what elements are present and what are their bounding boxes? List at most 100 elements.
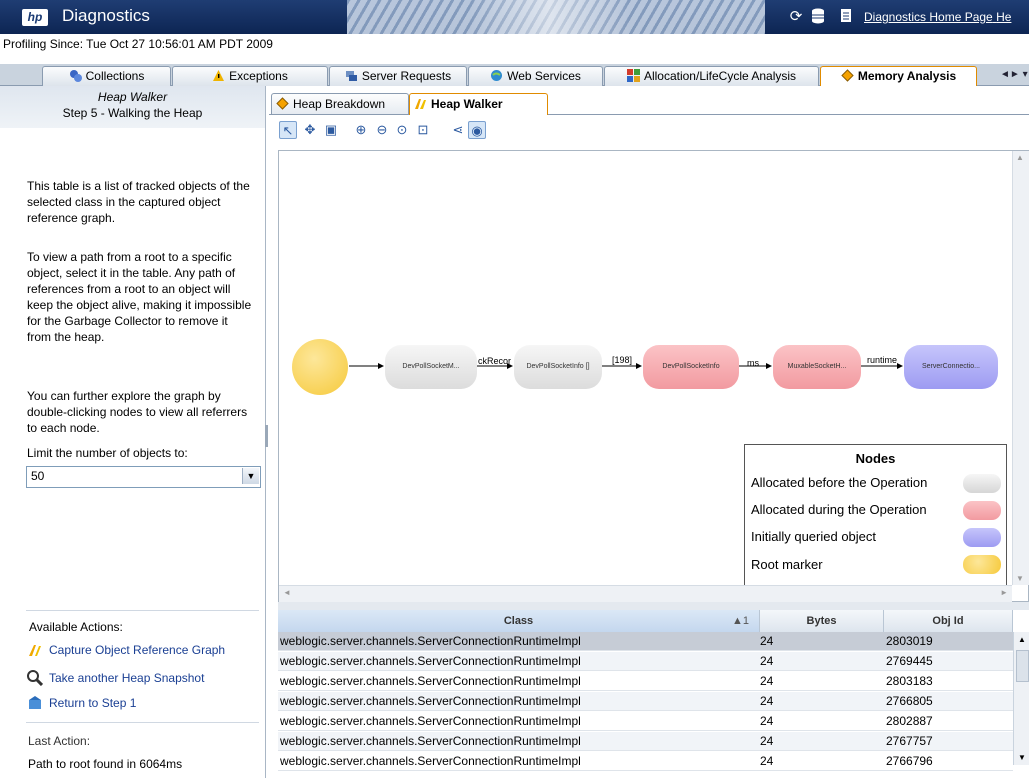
heap-walker-icon xyxy=(414,96,427,109)
left-panel-title: Heap Walker xyxy=(97,90,168,104)
graph-horizontal-scrollbar[interactable]: ◄ ► xyxy=(279,585,1012,602)
tab-exceptions[interactable]: Exceptions xyxy=(172,66,328,86)
graph-vertical-scrollbar[interactable]: ▲ ▼ xyxy=(1012,151,1029,585)
scroll-down-icon[interactable]: ▼ xyxy=(1016,574,1024,583)
panel-splitter[interactable] xyxy=(265,425,268,447)
tab-scroll-arrows[interactable]: ◄► ▾ xyxy=(1000,69,1028,80)
scroll-up-icon[interactable]: ▲ xyxy=(1018,635,1026,644)
column-header-obj-id[interactable]: Obj Id xyxy=(884,610,1013,632)
cell-obj-id: 2767757 xyxy=(886,734,933,748)
table-row[interactable]: weblogic.server.channels.ServerConnectio… xyxy=(278,652,1013,671)
last-action-label: Last Action: xyxy=(28,734,91,748)
cell-class: weblogic.server.channels.ServerConnectio… xyxy=(280,754,581,768)
tab-heap-breakdown[interactable]: Heap Breakdown xyxy=(271,93,409,114)
tab-memory-analysis[interactable]: Memory Analysis xyxy=(820,66,977,86)
cell-obj-id: 2769445 xyxy=(886,654,933,668)
column-header-bytes[interactable]: Bytes xyxy=(760,610,884,632)
cell-obj-id: 2803019 xyxy=(886,634,933,648)
zoom-in-icon[interactable]: ⊕ xyxy=(352,121,370,139)
graph-node-devpollsocketm[interactable]: DevPollSocketM... xyxy=(385,345,477,389)
graph-node-muxablesocketh[interactable]: MuxableSocketH... xyxy=(773,345,861,389)
legend-swatch-root xyxy=(963,555,1001,574)
tab-server-requests[interactable]: Server Requests xyxy=(329,66,467,86)
scroll-thumb[interactable] xyxy=(1016,650,1029,682)
table-row[interactable]: weblogic.server.channels.ServerConnectio… xyxy=(278,692,1013,711)
cell-obj-id: 2803183 xyxy=(886,674,933,688)
fit-tool-icon[interactable]: ▣ xyxy=(322,121,340,139)
pan-tool-icon[interactable]: ✥ xyxy=(301,121,319,139)
cell-class: weblogic.server.channels.ServerConnectio… xyxy=(280,694,581,708)
table-row[interactable]: weblogic.server.channels.ServerConnectio… xyxy=(278,732,1013,751)
tab-heap-walker[interactable]: Heap Walker xyxy=(409,93,548,115)
legend xyxy=(744,444,1007,601)
return-step1-button[interactable]: Return to Step 1 xyxy=(27,692,259,714)
zoom-fit-icon[interactable]: ⊡ xyxy=(414,121,432,139)
cell-class: weblogic.server.channels.ServerConnectio… xyxy=(280,654,581,668)
divider xyxy=(26,722,259,723)
instructions-para-3: You can further explore the graph by dou… xyxy=(27,389,248,435)
cell-bytes: 24 xyxy=(760,754,774,768)
limit-select[interactable] xyxy=(26,466,261,488)
help-link[interactable]: He xyxy=(996,10,1011,24)
cell-obj-id: 2766805 xyxy=(886,694,933,708)
legend-swatch-queried xyxy=(963,528,1001,547)
select-tool-icon[interactable]: ↖ xyxy=(279,121,297,139)
table-divider-handle[interactable] xyxy=(278,602,1029,610)
legend-swatch-before xyxy=(963,474,1001,493)
cell-obj-id: 2802887 xyxy=(886,714,933,728)
database-icon[interactable] xyxy=(809,8,827,26)
collections-icon xyxy=(69,69,82,82)
cell-bytes: 24 xyxy=(760,734,774,748)
scroll-up-icon[interactable]: ▲ xyxy=(1016,153,1024,162)
home-page-link[interactable]: Diagnostics Home Page He xyxy=(864,10,1011,24)
web-services-icon xyxy=(490,69,503,82)
legend-title: Nodes xyxy=(855,451,896,466)
cell-bytes: 24 xyxy=(760,674,774,688)
graph-node-root[interactable] xyxy=(292,339,348,395)
instructions-para-2: To view a path from a root to a specific… xyxy=(27,250,252,344)
scroll-down-icon[interactable]: ▼ xyxy=(1018,753,1026,762)
graph-layout-icon[interactable]: ⋖ xyxy=(449,121,467,139)
table-row[interactable]: weblogic.server.channels.ServerConnectio… xyxy=(278,712,1013,731)
cell-class: weblogic.server.channels.ServerConnectio… xyxy=(280,734,581,748)
memory-icon xyxy=(841,69,854,82)
table-row[interactable]: weblogic.server.channels.ServerConnectio… xyxy=(278,632,1013,651)
heap-snapshot-button[interactable]: Take another Heap Snapshot xyxy=(27,667,259,689)
instructions-para-1: This table is a list of tracked objects … xyxy=(27,179,250,225)
cell-class: weblogic.server.channels.ServerConnectio… xyxy=(280,674,581,688)
zoom-region-icon[interactable]: ⊙ xyxy=(393,121,411,139)
legend-label-queried: Initially queried object xyxy=(751,529,877,544)
limit-label: Limit the number of objects to: xyxy=(27,446,188,460)
hp-logo: hp xyxy=(22,9,48,26)
document-icon[interactable] xyxy=(837,8,855,26)
available-actions-label: Available Actions: xyxy=(29,620,123,634)
graph-node-devpollsocketinfo-array[interactable]: DevPollSocketInfo [] xyxy=(514,345,602,389)
tab-collections[interactable]: Collections xyxy=(42,66,171,86)
limit-value: 50 xyxy=(31,469,45,483)
zoom-out-icon[interactable]: ⊖ xyxy=(373,121,391,139)
cell-bytes: 24 xyxy=(760,694,774,708)
heap-breakdown-icon xyxy=(276,96,289,110)
cell-class: weblogic.server.channels.ServerConnectio… xyxy=(280,714,581,728)
table-row[interactable]: weblogic.server.channels.ServerConnectio… xyxy=(278,672,1013,691)
scroll-left-icon[interactable]: ◄ xyxy=(283,588,291,597)
table-row[interactable]: weblogic.server.channels.ServerConnectio… xyxy=(278,752,1013,771)
edge-label-198: [198] xyxy=(612,355,633,365)
capture-graph-icon xyxy=(27,642,43,658)
cell-obj-id: 2766796 xyxy=(886,754,933,768)
snapshot-icon xyxy=(27,670,44,687)
chevron-down-icon[interactable]: ▼ xyxy=(242,468,259,484)
column-header-class[interactable]: Class ▲1 xyxy=(278,610,760,632)
capture-graph-button[interactable]: Capture Object Reference Graph xyxy=(27,639,259,661)
graph-node-serverconnection[interactable]: ServerConnectio... xyxy=(904,345,998,389)
tab-web-services[interactable]: Web Services xyxy=(468,66,603,86)
scroll-right-icon[interactable]: ► xyxy=(1000,588,1008,597)
server-requests-icon xyxy=(345,69,358,82)
graph-overview-icon[interactable]: ◉ xyxy=(468,121,486,139)
graph-node-devpollsocketinfo[interactable]: DevPollSocketInfo xyxy=(643,345,739,389)
cell-bytes: 24 xyxy=(760,714,774,728)
profiling-since: Profiling Since: Tue Oct 27 10:56:01 AM … xyxy=(3,37,273,51)
refresh-icon[interactable]: ⟳ xyxy=(787,8,805,26)
tab-allocation-lifecycle[interactable]: Allocation/LifeCycle Analysis xyxy=(604,66,819,86)
table-vertical-scrollbar[interactable]: ▲ ▼ xyxy=(1013,632,1029,765)
